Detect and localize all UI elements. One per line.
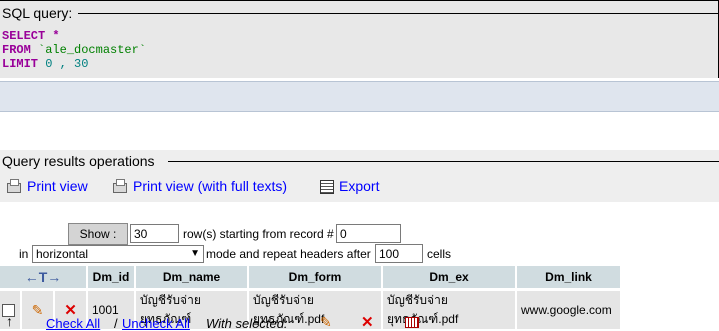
- operations-legend: Query results operations: [1, 153, 156, 169]
- sql-query-box: SQL query: SELECT * FROM `ale_docmaster`…: [0, 0, 719, 78]
- delete-icon[interactable]: ✕: [361, 313, 374, 331]
- print-view-full-label[interactable]: Print view (with full texts): [133, 178, 287, 194]
- sql-limit-offset: 0: [45, 57, 53, 71]
- query-results-operations: Query results operations Print view Prin…: [0, 150, 719, 202]
- divider: [168, 161, 719, 162]
- uncheck-all-link[interactable]: Uncheck All: [122, 316, 190, 331]
- printer-icon: [7, 179, 21, 193]
- pencil-icon[interactable]: ✎: [320, 314, 332, 331]
- mode-text: mode and repeat headers after: [206, 247, 371, 261]
- rows-input[interactable]: 30: [130, 224, 179, 243]
- table-header-row: ←T→ Dm_id Dm_name Dm_form Dm_ex Dm_link: [0, 266, 622, 290]
- arrow-up-icon: ↑: [6, 313, 13, 329]
- separator: /: [114, 316, 118, 331]
- print-view-link[interactable]: Print view: [7, 178, 88, 194]
- print-view-label[interactable]: Print view: [27, 178, 88, 194]
- sql-table-name: `ale_docmaster`: [38, 43, 147, 57]
- display-mode-value: horizontal: [36, 247, 89, 261]
- cell-dm-ex: บัญชีรับจ่ายยุทธภัณฑ์.pdf: [382, 288, 517, 329]
- sql-toolbar-bar: [0, 81, 719, 112]
- export-label[interactable]: Export: [339, 178, 379, 194]
- column-header-dm-id[interactable]: Dm_id: [87, 266, 136, 290]
- chevron-down-icon: ▼: [190, 248, 200, 259]
- pencil-icon[interactable]: ✎: [32, 302, 44, 318]
- sql-line-3: LIMIT 0 , 30: [2, 57, 88, 71]
- arrows-icon[interactable]: ←T→: [25, 269, 62, 285]
- table-icon[interactable]: [405, 317, 419, 328]
- rows-text: row(s) starting from record #: [183, 227, 334, 241]
- cells-text: cells: [427, 247, 452, 261]
- table-icon: [319, 179, 334, 194]
- sql-keyword: FROM: [2, 43, 31, 57]
- check-all-link[interactable]: Check All: [46, 316, 100, 331]
- show-button[interactable]: Show :: [68, 223, 128, 245]
- column-header-dm-form[interactable]: Dm_form: [248, 266, 383, 290]
- sql-line-2: FROM `ale_docmaster`: [2, 43, 146, 57]
- in-text: in: [19, 247, 29, 261]
- column-header-dm-name[interactable]: Dm_name: [135, 266, 249, 290]
- export-link[interactable]: Export: [319, 178, 379, 194]
- sql-star: *: [52, 29, 60, 43]
- display-mode-select[interactable]: horizontal ▼: [32, 245, 204, 263]
- cell-dm-link: www.google.com: [516, 288, 622, 329]
- column-arrows-header[interactable]: ←T→: [0, 266, 88, 290]
- sql-keyword: SELECT: [2, 29, 46, 43]
- divider: [78, 13, 718, 14]
- print-view-full-link[interactable]: Print view (with full texts): [113, 178, 287, 194]
- start-record-input[interactable]: 0: [336, 224, 401, 243]
- sql-limit-count: 30: [74, 57, 89, 71]
- printer-icon: [113, 179, 127, 193]
- sql-line-1: SELECT *: [2, 29, 60, 43]
- sql-limit-separator: ,: [59, 57, 67, 71]
- with-selected-text: With selected:: [206, 316, 288, 331]
- column-header-dm-ex[interactable]: Dm_ex: [382, 266, 517, 290]
- sql-keyword: LIMIT: [2, 57, 39, 71]
- repeat-headers-input[interactable]: 100: [375, 244, 423, 263]
- column-header-dm-link[interactable]: Dm_link: [516, 266, 622, 290]
- sql-query-legend: SQL query:: [1, 5, 74, 21]
